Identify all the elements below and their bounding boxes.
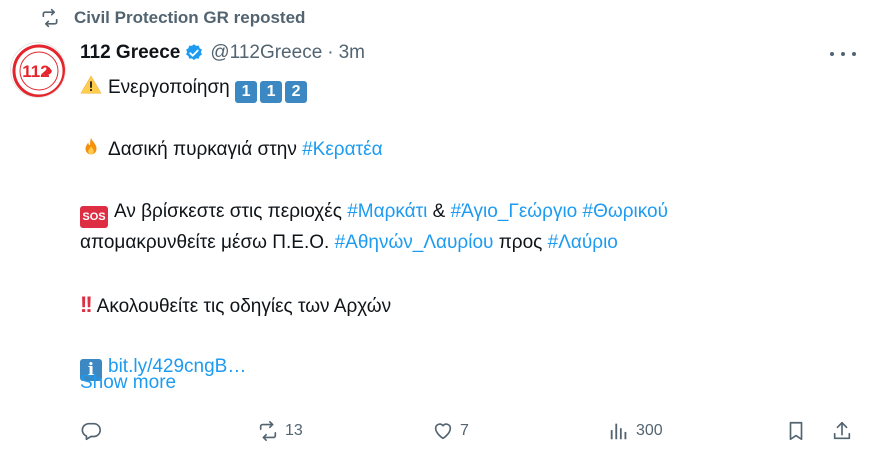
author-handle[interactable]: @112Greece [210, 42, 322, 64]
bookmark-button[interactable] [785, 420, 807, 442]
repost-icon [259, 421, 277, 441]
fire-text: Δασική πυρκαγιά στην [108, 139, 297, 160]
hashtag-link[interactable]: #Μαρκάτι [347, 201, 427, 222]
show-more-link[interactable]: Show more [80, 372, 176, 394]
fire-icon [85, 137, 97, 155]
tweet-line-activation: Ενεργοποίηση 112 [80, 72, 860, 103]
sos-icon: SOS [80, 206, 108, 228]
activation-text: Ενεργοποίηση [108, 77, 230, 98]
views-count: 300 [636, 422, 663, 439]
bookmark-icon [789, 421, 803, 441]
like-count: 7 [460, 422, 469, 439]
tweet-header: 112 Greece @112Greece · 3m [80, 40, 365, 66]
repost-count: 13 [285, 422, 303, 439]
more-options-icon[interactable] [830, 44, 856, 64]
repost-text: Civil Protection GR reposted [74, 8, 306, 27]
avatar[interactable]: 112 [10, 42, 66, 98]
tweet-line-sos: SOS Αν βρίσκεστε στις περιοχές #Μαρκάτι &… [80, 196, 860, 228]
reply-icon [81, 422, 101, 441]
tweet-line-evacuate: απομακρυνθείτε μέσω Π.Ε.Ο. #Αθηνών_Λαυρί… [80, 227, 860, 258]
share-button[interactable] [831, 420, 853, 442]
tweet-text: Ενεργοποίηση 112 Δασική πυρκαγιά στην #Κ… [80, 72, 860, 382]
views-icon [610, 423, 627, 440]
tweet-actions: 13 7 300 [0, 420, 884, 450]
towards-text: προς [498, 232, 543, 253]
reply-button[interactable] [80, 420, 102, 442]
hashtag-link[interactable]: #Αθηνών_Λαυρίου [335, 232, 494, 253]
instructions-text: Ακολουθείτε τις οδηγίες των Αρχών [96, 296, 392, 317]
repost-icon [42, 8, 58, 28]
hashtag-link[interactable]: #Άγιο_Γεώργιο [451, 201, 578, 222]
repost-button[interactable]: 13 [257, 420, 303, 442]
share-icon [833, 421, 851, 440]
keycap-2-icon: 2 [285, 81, 308, 103]
tweet-line-instructions: !! Ακολουθείτε τις οδηγίες των Αρχών [80, 289, 860, 320]
tweet-timestamp[interactable]: 3m [339, 42, 365, 64]
hashtag-link[interactable]: #Θωρικού [583, 201, 668, 222]
views-button[interactable]: 300 [608, 420, 663, 442]
avatar-logo-text: 112 [22, 62, 49, 81]
like-button[interactable]: 7 [432, 420, 469, 442]
sos-text: Αν βρίσκεστε στις περιοχές [114, 201, 342, 222]
evacuate-text: απομακρυνθείτε μέσω Π.Ε.Ο. [80, 232, 330, 253]
ampersand-text: & [432, 201, 446, 222]
warning-icon [80, 75, 102, 94]
repost-indicator[interactable]: Civil Protection GR reposted [40, 8, 305, 28]
keycap-1-icon: 1 [260, 81, 283, 103]
author-name[interactable]: 112 Greece [80, 42, 180, 64]
hashtag-link[interactable]: #Λαύριο [548, 232, 618, 253]
tweet-line-link: i bit.ly/429cngB… [80, 351, 860, 382]
keycap-1-icon: 1 [235, 81, 258, 103]
double-exclamation-icon: !! [80, 292, 93, 317]
tweet-line-fire: Δασική πυρκαγιά στην #Κερατέα [80, 134, 860, 165]
separator-dot: · [327, 42, 334, 63]
heart-icon [434, 423, 452, 440]
hashtag-link[interactable]: #Κερατέα [302, 139, 382, 160]
verified-badge-icon [186, 44, 203, 60]
